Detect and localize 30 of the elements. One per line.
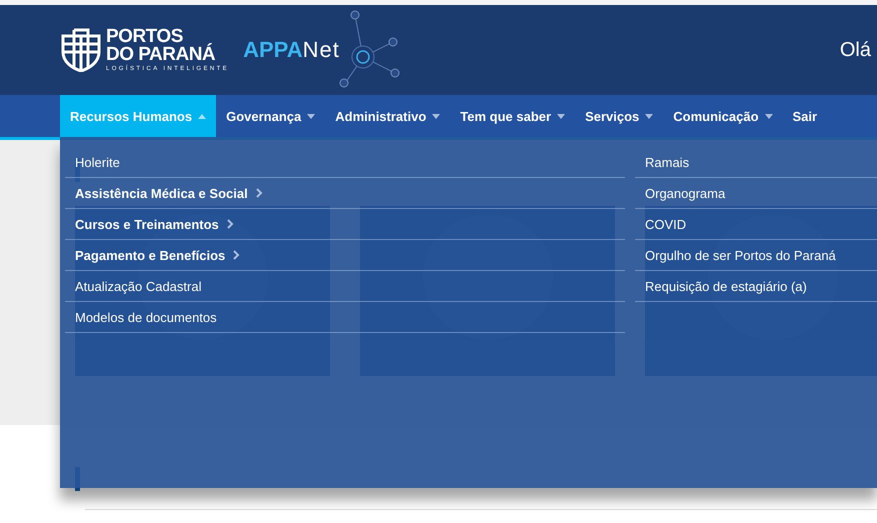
nav-tab[interactable]: Tem que saber	[450, 95, 576, 137]
nav-tab[interactable]: Sair	[782, 95, 828, 137]
menu-item[interactable]: Ramais	[645, 154, 690, 170]
caret-icon	[432, 114, 440, 118]
menu-item[interactable]: Modelos de documentos	[75, 310, 217, 324]
nav-tab[interactable]: Governança	[216, 95, 326, 137]
menu-item[interactable]: Orgulho de ser Portos do Paraná	[645, 248, 836, 262]
logo-title: PORTOS	[106, 28, 183, 46]
menu-item[interactable]: COVID	[645, 216, 686, 232]
caret-icon	[307, 114, 316, 118]
greeting: Olá	[840, 38, 871, 62]
menu-item[interactable]: Requisição de estagiário (a)	[645, 278, 807, 294]
app-name: APPANet	[243, 37, 340, 63]
menu-item[interactable]: Pagamento e Benefícios	[75, 248, 240, 262]
menu-item[interactable]: Holerite	[75, 154, 120, 170]
caret-icon	[557, 114, 566, 118]
nav-tab[interactable]: Serviços	[575, 95, 664, 137]
menu-item[interactable]: Atualização Cadastral	[75, 278, 202, 294]
caret-icon	[198, 114, 206, 118]
menu-item[interactable]: Assistência Médica e Social	[75, 186, 263, 200]
menu-item[interactable]: Cursos e Treinamentos	[75, 216, 234, 232]
nav-tab[interactable]: Comunicação	[663, 95, 783, 137]
chevron-right-icon	[226, 219, 234, 229]
shield-logo-icon	[60, 28, 102, 72]
menu-item[interactable]: Organograma	[645, 186, 726, 200]
nav-tab[interactable]: Administrativo	[325, 95, 450, 137]
caret-icon	[645, 114, 654, 118]
caret-icon	[764, 114, 773, 118]
chevron-right-icon	[233, 250, 240, 260]
chevron-right-icon	[256, 188, 263, 198]
